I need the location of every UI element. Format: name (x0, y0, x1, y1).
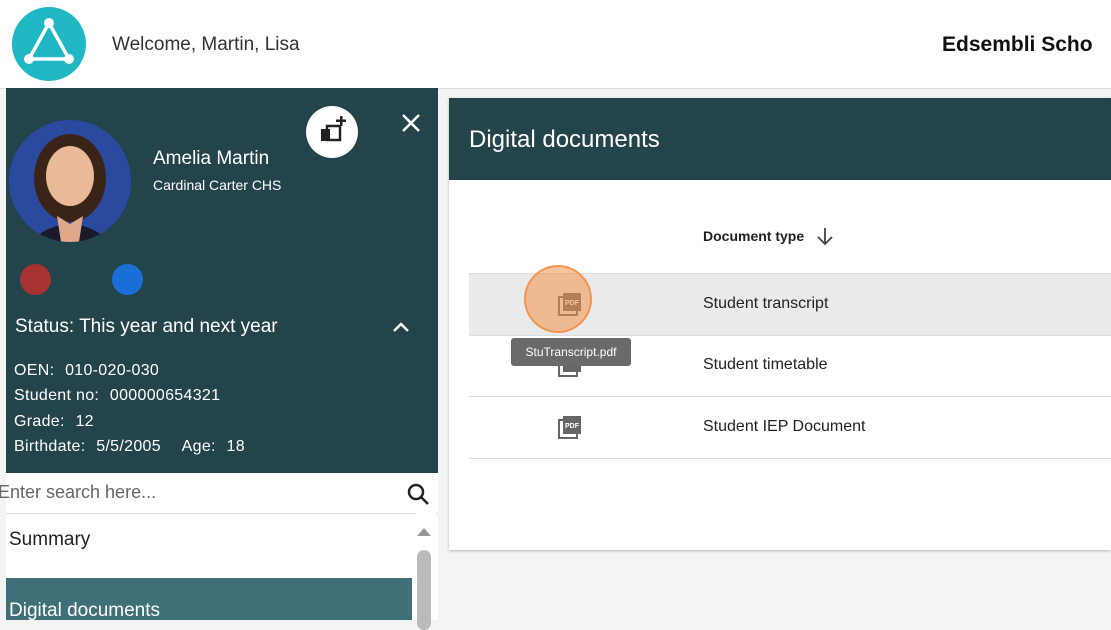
search-icon (407, 483, 429, 505)
panel-title: Digital documents (469, 126, 660, 153)
document-type-column-header[interactable]: Document type (703, 228, 804, 244)
age-label: Age: (181, 438, 216, 455)
birthdate-row: Birthdate: 5/5/2005 Age: 18 (14, 438, 245, 456)
scroll-up-arrow[interactable] (416, 524, 432, 536)
grade-label: Grade: (14, 413, 65, 430)
oen-value: 010-020-030 (65, 362, 160, 379)
grade-row: Grade: 12 (14, 413, 94, 431)
brand-title: Edsembli Scho (942, 33, 1093, 56)
collapse-status-button[interactable] (392, 320, 410, 334)
student-number-row: Student no: 000000654321 (14, 387, 220, 405)
top-bar: Welcome, Martin, Lisa Edsembli Scho (0, 0, 1111, 89)
student-name: Amelia Martin (153, 148, 270, 169)
svg-text:PDF: PDF (565, 423, 580, 430)
close-icon (402, 114, 420, 132)
document-type-label: Student timetable (703, 356, 828, 373)
birthdate-label: Birthdate: (14, 438, 86, 455)
oen-row: OEN: 010-020-030 (14, 362, 159, 380)
student-photo (9, 120, 131, 242)
add-document-icon (321, 116, 346, 142)
chevron-up-icon (393, 322, 409, 332)
app-logo[interactable] (12, 7, 86, 81)
sidebar-item-label: Digital documents (9, 600, 161, 620)
student-avatar-icon (9, 120, 131, 242)
student-school: Cardinal Carter CHS (153, 177, 282, 193)
triangle-up-icon (417, 528, 431, 536)
oen-label: OEN: (14, 362, 55, 379)
pdf-download-button[interactable]: PDF (557, 414, 583, 440)
welcome-text: Welcome, Martin, Lisa (112, 34, 300, 55)
student-profile-card: Amelia Martin Cardinal Carter CHS Status… (6, 88, 438, 473)
sidebar-item-summary[interactable]: Summary (6, 513, 412, 563)
panel-header: Digital documents (449, 98, 1111, 180)
birthdate-value: 5/5/2005 (96, 438, 161, 455)
triangle-logo-icon (24, 18, 74, 64)
search-input[interactable] (0, 473, 388, 511)
age-value: 18 (226, 438, 245, 455)
sidebar-item-digital-documents[interactable]: Digital documents (6, 578, 412, 620)
enrollment-status: Status: This year and next year (15, 316, 278, 337)
sort-button[interactable] (816, 225, 834, 247)
student-number-value: 000000654321 (109, 387, 221, 404)
close-sidebar-button[interactable] (400, 112, 422, 134)
pdf-icon: PDF (558, 416, 581, 439)
search-button[interactable] (406, 482, 430, 506)
add-document-button[interactable] (306, 106, 358, 158)
document-type-label: Student transcript (703, 295, 829, 312)
click-highlight (524, 265, 592, 333)
grade-value: 12 (75, 413, 94, 430)
sidebar-scroll-thumb[interactable] (417, 550, 431, 630)
status-dot-red (20, 264, 51, 295)
sidebar-item-label: Summary (9, 529, 91, 550)
table-row[interactable]: PDF Student IEP Document (469, 397, 1111, 459)
sidebar-nav: Summary Digital documents (6, 513, 412, 620)
student-number-label: Student no: (14, 387, 100, 404)
student-sidebar: Amelia Martin Cardinal Carter CHS Status… (0, 88, 438, 630)
sidebar-search (0, 473, 438, 514)
document-type-label: Student IEP Document (703, 418, 866, 435)
arrow-down-icon (817, 228, 833, 246)
file-name-tooltip: StuTranscript.pdf (511, 338, 631, 366)
status-dot-blue (112, 264, 143, 295)
